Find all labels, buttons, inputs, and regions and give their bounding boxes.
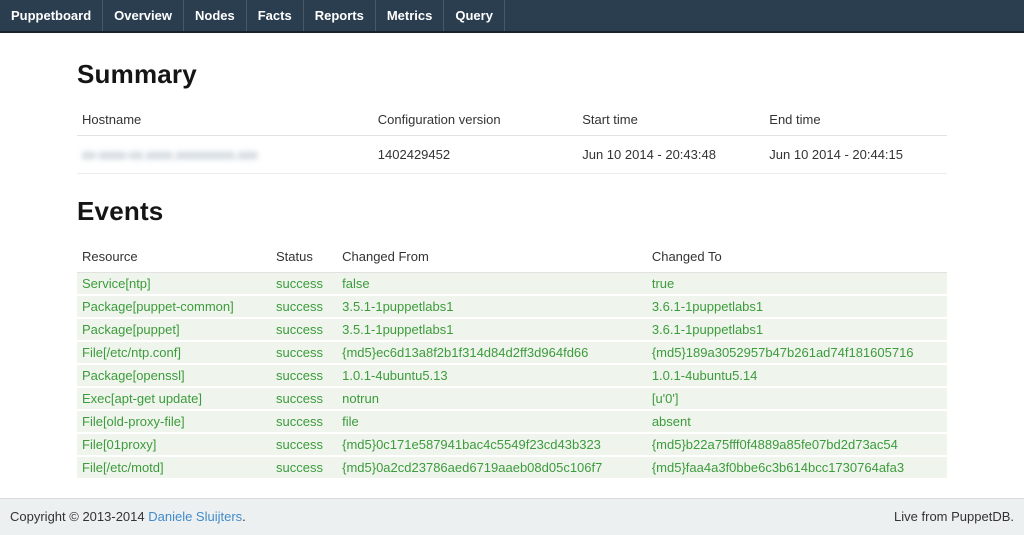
- events-col-changed-to: Changed To: [647, 241, 947, 273]
- event-resource: File[01proxy]: [77, 433, 271, 456]
- event-row: Package[puppet] success 3.5.1-1puppetlab…: [77, 318, 947, 341]
- event-changed-from: notrun: [337, 387, 647, 410]
- navbar-brand-puppetboard[interactable]: Puppetboard: [0, 0, 102, 31]
- event-changed-to: {md5}189a3052957b47b261ad74f181605716: [647, 341, 947, 364]
- event-row: File[old-proxy-file] success file absent: [77, 410, 947, 433]
- summary-table: Hostname Configuration version Start tim…: [77, 104, 947, 174]
- summary-col-end-time: End time: [764, 104, 947, 136]
- event-resource: File[old-proxy-file]: [77, 410, 271, 433]
- event-changed-from: file: [337, 410, 647, 433]
- events-col-status: Status: [271, 241, 337, 273]
- live-from-puppetdb-text: Live from PuppetDB.: [894, 509, 1014, 524]
- report-content: Summary Hostname Configuration version S…: [77, 33, 947, 498]
- event-row: File[/etc/ntp.conf] success {md5}ec6d13a…: [77, 341, 947, 364]
- summary-col-hostname: Hostname: [77, 104, 373, 136]
- event-changed-from: 1.0.1-4ubuntu5.13: [337, 364, 647, 387]
- nav-item-nodes[interactable]: Nodes: [183, 0, 246, 31]
- event-resource: File[/etc/motd]: [77, 456, 271, 479]
- start-time-value: Jun 10 2014 - 20:43:48: [577, 136, 764, 174]
- event-changed-to: true: [647, 273, 947, 296]
- event-status: success: [271, 456, 337, 479]
- top-navbar: Puppetboard Overview Nodes Facts Reports…: [0, 0, 1024, 33]
- event-changed-to: [u'0']: [647, 387, 947, 410]
- events-col-changed-from: Changed From: [337, 241, 647, 273]
- event-status: success: [271, 387, 337, 410]
- event-row: Package[puppet-common] success 3.5.1-1pu…: [77, 295, 947, 318]
- event-row: Exec[apt-get update] success notrun [u'0…: [77, 387, 947, 410]
- event-changed-to: 1.0.1-4ubuntu5.14: [647, 364, 947, 387]
- copyright-prefix: Copyright © 2013-2014: [10, 509, 148, 524]
- nav-item-metrics[interactable]: Metrics: [375, 0, 444, 31]
- events-header-row: Resource Status Changed From Changed To: [77, 241, 947, 273]
- event-resource: Package[openssl]: [77, 364, 271, 387]
- event-changed-from: {md5}0a2cd23786aed6719aaeb08d05c106f7: [337, 456, 647, 479]
- event-row: File[/etc/motd] success {md5}0a2cd23786a…: [77, 456, 947, 479]
- event-status: success: [271, 364, 337, 387]
- event-changed-to: absent: [647, 410, 947, 433]
- event-changed-from: {md5}ec6d13a8f2b1f314d84d2ff3d964fd66: [337, 341, 647, 364]
- event-status: success: [271, 273, 337, 296]
- event-row: File[01proxy] success {md5}0c171e587941b…: [77, 433, 947, 456]
- nav-item-facts[interactable]: Facts: [246, 0, 303, 31]
- summary-row: xx-xxxx-xx.xxxx.xxxxxxxxx.xxx 1402429452…: [77, 136, 947, 174]
- nav-item-query[interactable]: Query: [443, 0, 505, 31]
- event-status: success: [271, 341, 337, 364]
- event-changed-from: 3.5.1-1puppetlabs1: [337, 295, 647, 318]
- event-row: Service[ntp] success false true: [77, 273, 947, 296]
- event-status: success: [271, 295, 337, 318]
- event-resource: Package[puppet-common]: [77, 295, 271, 318]
- hostname-link-redacted[interactable]: xx-xxxx-xx.xxxx.xxxxxxxxx.xxx: [82, 147, 258, 162]
- page-footer: Copyright © 2013-2014 Daniele Sluijters.…: [0, 498, 1024, 535]
- author-link[interactable]: Daniele Sluijters: [148, 509, 242, 524]
- copyright-text: Copyright © 2013-2014 Daniele Sluijters.: [10, 509, 246, 524]
- event-changed-from: 3.5.1-1puppetlabs1: [337, 318, 647, 341]
- event-changed-to: 3.6.1-1puppetlabs1: [647, 318, 947, 341]
- event-status: success: [271, 433, 337, 456]
- summary-title: Summary: [77, 59, 947, 90]
- summary-col-start-time: Start time: [577, 104, 764, 136]
- event-status: success: [271, 410, 337, 433]
- event-resource: File[/etc/ntp.conf]: [77, 341, 271, 364]
- event-resource: Package[puppet]: [77, 318, 271, 341]
- events-col-resource: Resource: [77, 241, 271, 273]
- summary-col-configuration-version: Configuration version: [373, 104, 577, 136]
- summary-header-row: Hostname Configuration version Start tim…: [77, 104, 947, 136]
- event-resource: Service[ntp]: [77, 273, 271, 296]
- nav-item-reports[interactable]: Reports: [303, 0, 375, 31]
- end-time-value: Jun 10 2014 - 20:44:15: [764, 136, 947, 174]
- copyright-suffix: .: [242, 509, 246, 524]
- event-status: success: [271, 318, 337, 341]
- event-resource: Exec[apt-get update]: [77, 387, 271, 410]
- event-changed-from: false: [337, 273, 647, 296]
- event-changed-from: {md5}0c171e587941bac4c5549f23cd43b323: [337, 433, 647, 456]
- event-changed-to: {md5}b22a75fff0f4889a85fe07bd2d73ac54: [647, 433, 947, 456]
- events-title: Events: [77, 196, 947, 227]
- nav-item-overview[interactable]: Overview: [102, 0, 183, 31]
- configuration-version-value: 1402429452: [373, 136, 577, 174]
- events-table: Resource Status Changed From Changed To …: [77, 241, 947, 480]
- event-row: Package[openssl] success 1.0.1-4ubuntu5.…: [77, 364, 947, 387]
- event-changed-to: {md5}faa4a3f0bbe6c3b614bcc1730764afa3: [647, 456, 947, 479]
- event-changed-to: 3.6.1-1puppetlabs1: [647, 295, 947, 318]
